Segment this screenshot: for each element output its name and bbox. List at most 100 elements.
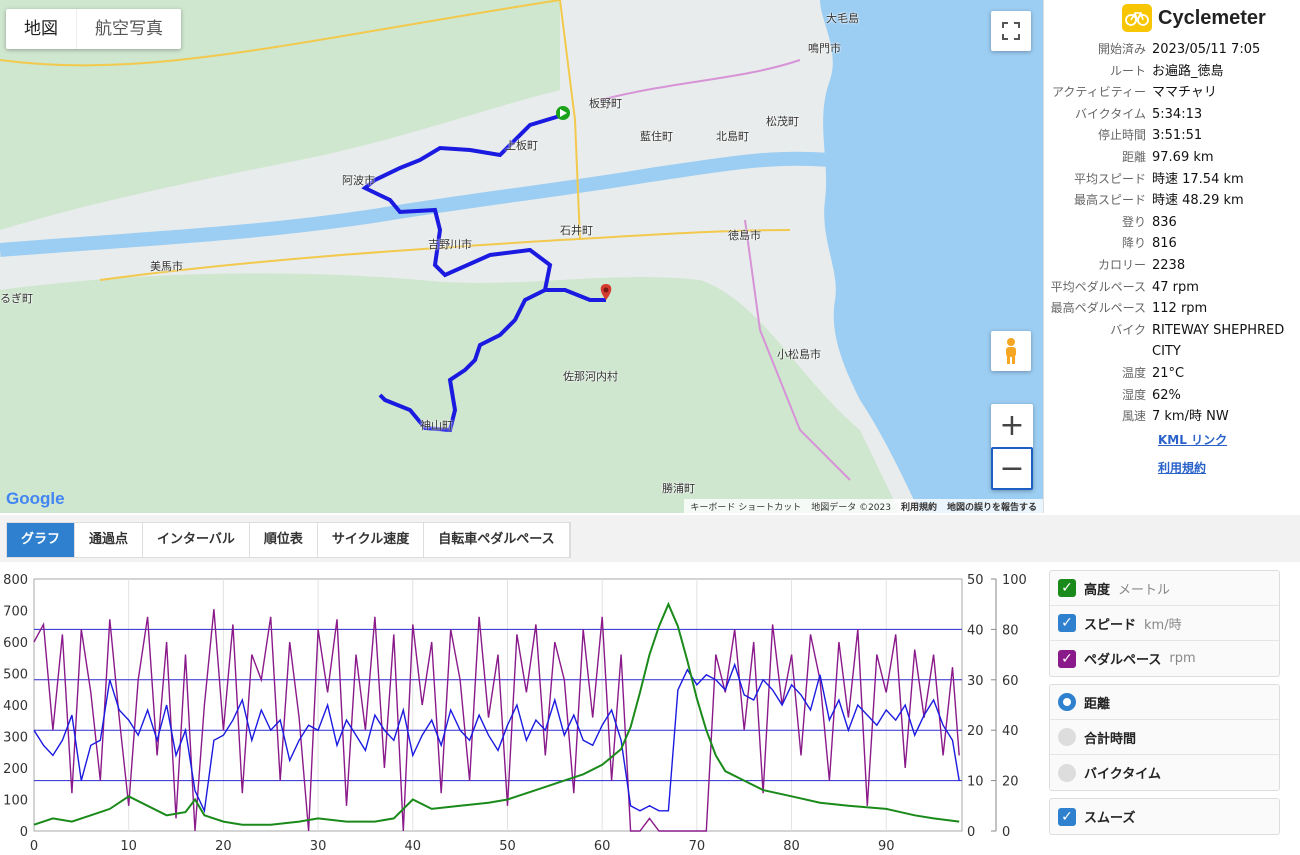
map-type-satellite-button[interactable]: 航空写真 xyxy=(76,9,181,49)
stat-label: 距離 xyxy=(1121,149,1146,164)
place-label: 北島町 xyxy=(716,130,749,143)
stat-row: 降り 816 xyxy=(1044,233,1300,255)
radio-selected-icon xyxy=(1058,693,1076,711)
series-toggle[interactable]: ✓ スピード km/時 xyxy=(1050,606,1279,641)
radio-unselected-icon xyxy=(1058,763,1076,782)
stat-label: 最高スピード xyxy=(1073,193,1146,208)
y-right-cadence-tick-label: 80 xyxy=(1002,623,1019,638)
series-toggle[interactable]: ✓ ペダルペース rpm xyxy=(1050,641,1279,676)
map-canvas[interactable] xyxy=(0,0,1043,513)
y-left-tick-label: 500 xyxy=(3,668,28,683)
keyboard-shortcuts-link[interactable]: キーボード ショートカット xyxy=(690,500,801,513)
place-label: 神山町 xyxy=(420,419,453,432)
stat-label: カロリー xyxy=(1097,257,1146,272)
fullscreen-button[interactable] xyxy=(991,11,1031,51)
place-label: 藍住町 xyxy=(640,130,673,143)
smooth-toggle[interactable]: ✓ スムーズ xyxy=(1050,799,1279,834)
series-label: 高度 xyxy=(1084,582,1111,598)
tab-row: グラフ 通過点 インターバル 順位表 サイクル速度 自転車ペダルペース xyxy=(6,522,571,558)
series-toggle[interactable]: ✓ 高度 メートル xyxy=(1050,571,1279,606)
tab-1[interactable]: 通過点 xyxy=(75,523,144,557)
tab-2[interactable]: インターバル xyxy=(143,523,250,557)
stat-row: 湿度 62% xyxy=(1044,385,1300,407)
checkbox-checked-icon: ✓ xyxy=(1058,807,1076,826)
map-data-credit: 地図データ ©2023 xyxy=(811,502,891,513)
x-tick-label: 20 xyxy=(215,839,232,854)
stat-row: 停止時間 3:51:51 xyxy=(1044,125,1300,147)
stat-value: 時速 48.29 km xyxy=(1152,193,1244,209)
stat-value: 97.69 km xyxy=(1152,149,1214,165)
stat-label: 登り xyxy=(1121,214,1146,229)
stat-value: 5:34:13 xyxy=(1152,106,1203,122)
stat-value: 47 rpm xyxy=(1152,279,1199,295)
y-right-speed-tick-label: 0 xyxy=(967,825,975,840)
bicycle-logo-icon xyxy=(1122,4,1152,32)
stat-value: 816 xyxy=(1152,236,1177,252)
stat-row: 風速 7 km/時 NW xyxy=(1044,406,1300,428)
tab-4[interactable]: サイクル速度 xyxy=(318,523,425,557)
stat-row: ルート お遍路_徳島 xyxy=(1044,61,1300,83)
y-left-tick-label: 100 xyxy=(3,794,28,809)
y-right-cadence-tick-label: 100 xyxy=(1002,573,1027,588)
report-error-link[interactable]: 地図の誤りを報告する xyxy=(947,500,1037,513)
ride-chart[interactable]: 0 10 20 30 40 50 60 70 80 90010020030040050060070… xyxy=(0,562,1040,855)
zoom-in-button[interactable]: + xyxy=(991,404,1033,447)
stat-row: 距離 97.69 km xyxy=(1044,147,1300,169)
stat-row: 平均スピード 時速 17.54 km xyxy=(1044,169,1300,191)
stat-row: 最高スピード 時速 48.29 km xyxy=(1044,190,1300,212)
tab-5[interactable]: 自転車ペダルペース xyxy=(424,523,570,557)
terms-link[interactable]: 利用規約 xyxy=(1158,454,1227,482)
y-right-cadence-tick-label: 60 xyxy=(1002,674,1019,689)
y-right-cadence-tick-label: 0 xyxy=(1002,825,1010,840)
x-mode-option[interactable]: バイクタイム xyxy=(1050,755,1279,790)
map-type-control: 地図 航空写真 xyxy=(6,9,181,49)
map-type-map-button[interactable]: 地図 xyxy=(6,9,76,49)
y-left-tick-label: 700 xyxy=(3,605,28,620)
tab-0[interactable]: グラフ xyxy=(7,523,76,557)
x-mode-label: 合計時間 xyxy=(1084,731,1137,747)
checkbox-checked-icon: ✓ xyxy=(1058,614,1076,632)
stat-label: 開始済み xyxy=(1097,42,1146,56)
map-terms-link[interactable]: 利用規約 xyxy=(901,500,937,513)
x-mode-label: バイクタイム xyxy=(1084,767,1161,782)
stat-label: 降り xyxy=(1121,236,1146,251)
stat-value: 3:51:51 xyxy=(1152,128,1203,144)
series-unit: rpm xyxy=(1169,651,1196,666)
stat-value: 836 xyxy=(1152,214,1177,230)
brand: Cyclemeter xyxy=(1122,4,1266,32)
smooth-label: スムーズ xyxy=(1084,811,1136,826)
y-right-cadence-tick-label: 20 xyxy=(1002,775,1019,790)
brand-name: Cyclemeter xyxy=(1158,6,1266,29)
stat-value: 7 km/時 NW xyxy=(1152,409,1229,425)
stat-value: ママチャリ xyxy=(1152,85,1217,101)
x-mode-option[interactable]: 合計時間 xyxy=(1050,720,1279,755)
stat-label: 風速 xyxy=(1121,409,1146,424)
y-right-cadence-tick-label: 40 xyxy=(1002,724,1019,739)
place-label: 吉野川市 xyxy=(428,238,472,251)
place-label: るぎ町 xyxy=(0,292,33,305)
zoom-out-button[interactable]: − xyxy=(991,447,1033,490)
y-right-speed-tick-label: 10 xyxy=(967,775,984,790)
series-unit: km/時 xyxy=(1144,617,1182,633)
stat-row: 開始済み 2023/05/11 7:05 xyxy=(1044,39,1300,61)
stat-value: 時速 17.54 km xyxy=(1152,171,1244,187)
street-view-button[interactable] xyxy=(991,331,1031,371)
map-attribution: キーボード ショートカット 地図データ ©2023 利用規約 地図の誤りを報告す… xyxy=(684,499,1043,513)
tab-3[interactable]: 順位表 xyxy=(250,523,318,557)
stat-label: 温度 xyxy=(1121,365,1146,380)
start-marker-icon[interactable] xyxy=(556,106,570,120)
stat-label: 停止時間 xyxy=(1097,128,1146,143)
place-label: 佐那河内村 xyxy=(563,370,618,383)
google-logo: Google xyxy=(6,489,65,509)
kml-link[interactable]: KML リンク xyxy=(1158,426,1227,454)
series-label: ペダルペース xyxy=(1084,653,1162,668)
place-label: 板野町 xyxy=(589,97,622,110)
route-map[interactable]: 大毛島 鳴門市 板野町 藍住町 北島町 松茂町 上板町 阿波市 石井町 吉野川市… xyxy=(0,0,1043,513)
x-tick-label: 90 xyxy=(878,839,895,854)
fullscreen-icon xyxy=(1002,22,1020,40)
y-right-speed-tick-label: 20 xyxy=(967,724,984,739)
y-left-tick-label: 800 xyxy=(3,573,28,588)
x-axis-mode: 距離合計時間バイクタイム xyxy=(1049,684,1280,791)
x-mode-option[interactable]: 距離 xyxy=(1050,685,1279,720)
place-label: 勝浦町 xyxy=(662,482,695,495)
